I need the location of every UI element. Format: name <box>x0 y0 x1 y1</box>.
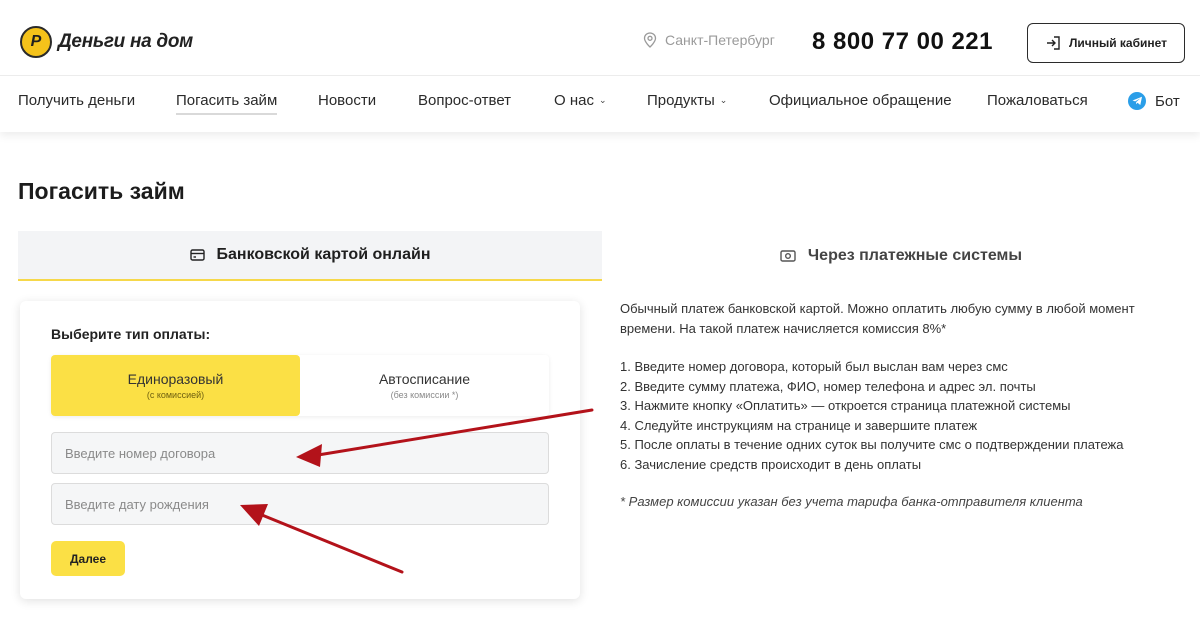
site-header: Р Деньги на дом Санкт-Петербург 8 800 77… <box>0 0 1200 132</box>
payment-method-tabs: Банковской картой онлайн Через платежные… <box>18 231 1200 281</box>
tab-label: Банковской картой онлайн <box>216 246 431 263</box>
nav-item-label: Официальное обращение <box>769 92 952 109</box>
commission-note: * Размер комиссии указан без учета тариф… <box>620 494 1083 509</box>
logo-text: Деньги на дом <box>58 31 193 52</box>
city-label: Санкт-Петербург <box>665 32 775 48</box>
nav-item-label: Вопрос-ответ <box>418 92 512 109</box>
nav-item-label: Новости <box>318 92 377 109</box>
nav-item-label: Продукты <box>647 92 715 109</box>
payment-type-selector: Единоразовый (с комиссией) Автосписание … <box>51 355 549 416</box>
birth-date-input[interactable] <box>51 483 549 525</box>
nav-item-get-money[interactable]: Получить деньги <box>18 92 135 109</box>
nav-item-news[interactable]: Новости <box>318 92 376 109</box>
nav-item-faq[interactable]: Вопрос-ответ <box>418 92 511 109</box>
cash-icon <box>780 250 796 262</box>
telegram-icon <box>1128 92 1146 110</box>
info-step: 2. Введите сумму платежа, ФИО, номер тел… <box>620 378 1036 394</box>
contract-number-input[interactable] <box>51 432 549 474</box>
info-intro-line: Обычный платеж банковской картой. Можно … <box>620 301 1135 316</box>
payment-type-label: Выберите тип оплаты: <box>51 326 211 342</box>
location-pin-icon <box>643 32 657 48</box>
option-subtitle: (с комиссией) <box>146 390 205 400</box>
nav-item-label: Бот <box>1155 92 1180 110</box>
info-step: 4. Следуйте инструкциям на странице и за… <box>620 417 978 433</box>
payment-type-autodebit[interactable]: Автосписание (без комиссии *) <box>300 355 549 416</box>
chevron-down-icon: ⌄ <box>719 95 728 105</box>
header-top-bar: Р Деньги на дом Санкт-Петербург 8 800 77… <box>0 0 1200 76</box>
phone-number[interactable]: 8 800 77 00 221 <box>812 28 993 56</box>
info-step: 3. Нажмите кнопку «Оплатить» — откроется… <box>620 398 1071 413</box>
credit-card-icon <box>189 249 205 261</box>
city-selector[interactable]: Санкт-Петербург <box>643 32 775 48</box>
nav-item-repay-loan[interactable]: Погасить займ <box>176 92 278 115</box>
nav-item-complain[interactable]: Пожаловаться <box>987 92 1088 109</box>
payment-info: Обычный платеж банковской картой. Можно … <box>620 299 1180 512</box>
logo-mark-icon: Р <box>20 26 52 58</box>
nav-item-label: Погасить займ <box>176 92 278 109</box>
main-nav: Получить деньги Погасить займ Новости Во… <box>0 76 1200 130</box>
nav-item-official-appeal[interactable]: Официальное обращение <box>769 92 952 109</box>
tab-payment-systems[interactable]: Через платежные системы <box>602 231 1200 281</box>
personal-cabinet-button[interactable]: Личный кабинет <box>1027 23 1185 63</box>
option-subtitle: (без комиссии *) <box>390 390 459 400</box>
logo[interactable]: Р Деньги на дом <box>20 26 193 58</box>
nav-item-bot[interactable]: Бот <box>1128 92 1180 110</box>
payment-form-card: Выберите тип оплаты: Единоразовый (с ком… <box>20 301 580 599</box>
option-title: Единоразовый <box>127 371 224 387</box>
nav-item-products[interactable]: Продукты ⌄ <box>647 92 727 109</box>
info-intro-line: времени. На такой платеж начисляется ком… <box>620 320 947 336</box>
next-button[interactable]: Далее <box>51 541 125 576</box>
nav-item-label: Получить деньги <box>18 92 136 109</box>
info-step: 6. Зачисление средств происходит в день … <box>620 456 922 472</box>
payment-type-one-time[interactable]: Единоразовый (с комиссией) <box>51 355 300 416</box>
nav-item-label: О нас <box>554 92 594 109</box>
tab-bank-card[interactable]: Банковской картой онлайн <box>18 231 602 281</box>
tab-label: Через платежные системы <box>807 247 1023 264</box>
info-step: 1. Введите номер договора, который был в… <box>620 359 1008 374</box>
chevron-down-icon: ⌄ <box>598 95 607 105</box>
option-title: Автосписание <box>378 371 471 387</box>
nav-item-about[interactable]: О нас ⌄ <box>554 92 607 109</box>
page-title: Погасить займ <box>18 178 185 204</box>
info-step: 5. После оплаты в течение одних суток вы… <box>620 437 1124 452</box>
login-icon <box>1046 36 1060 50</box>
nav-item-label: Пожаловаться <box>987 92 1088 109</box>
personal-cabinet-label: Личный кабинет <box>1068 36 1168 50</box>
